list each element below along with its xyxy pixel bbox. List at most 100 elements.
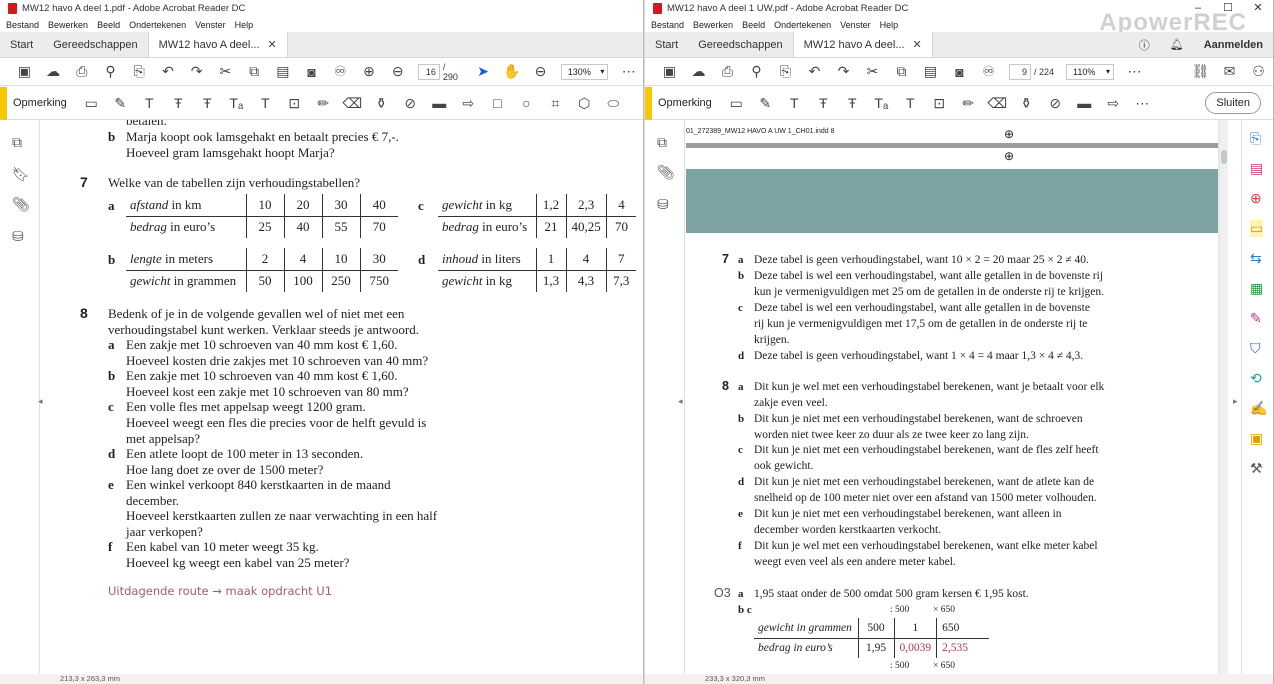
close-window-icon[interactable]: ✕ bbox=[1243, 0, 1273, 17]
oval-icon[interactable]: ○ bbox=[512, 95, 541, 111]
pencil-icon[interactable]: ✏ bbox=[309, 95, 338, 112]
menu-help[interactable]: Help bbox=[880, 20, 899, 30]
print-icon[interactable]: ⎙ bbox=[713, 63, 742, 80]
menu-venster[interactable]: Venster bbox=[195, 20, 226, 30]
highlighter-icon[interactable]: ✎ bbox=[106, 95, 135, 112]
strikethrough-icon[interactable]: Ŧ bbox=[164, 95, 193, 111]
zoom-select[interactable]: 130% bbox=[560, 63, 609, 80]
scan-ocr-icon[interactable]: ⟲ bbox=[1250, 370, 1262, 387]
layers-icon[interactable]: ⛁ bbox=[657, 196, 669, 213]
save-icon[interactable]: ▣ bbox=[10, 63, 39, 80]
right-collapse-arrow-icon[interactable]: ◂ bbox=[678, 396, 683, 407]
search-icon[interactable]: ⚲ bbox=[96, 63, 125, 80]
undo-icon[interactable]: ↶ bbox=[800, 63, 829, 80]
replace-text-icon[interactable]: Ŧ bbox=[838, 95, 867, 111]
stamp-doc-icon[interactable]: ⎘ bbox=[125, 63, 154, 80]
eraser-icon[interactable]: ⌫ bbox=[983, 95, 1012, 112]
more-tools-icon[interactable]: ⋯ bbox=[1128, 95, 1157, 112]
cut-icon[interactable]: ✂ bbox=[211, 63, 240, 80]
stamp-icon[interactable]: ⚱ bbox=[367, 95, 396, 112]
share-link-icon[interactable]: ⛓ bbox=[1186, 63, 1215, 80]
undo-icon[interactable]: ↶ bbox=[154, 63, 183, 80]
cloud-icon[interactable]: ⬭ bbox=[599, 95, 628, 112]
zoom-select[interactable]: 110% bbox=[1066, 63, 1115, 80]
menu-help[interactable]: Help bbox=[235, 20, 254, 30]
menu-bewerken[interactable]: Bewerken bbox=[48, 20, 88, 30]
binoculars-icon[interactable]: ♾ bbox=[326, 63, 355, 80]
text-underline-icon[interactable]: T bbox=[780, 95, 809, 111]
polygon-icon[interactable]: ⬡ bbox=[570, 95, 599, 112]
copy-icon[interactable]: ⧉ bbox=[240, 63, 269, 80]
attach-icon[interactable]: ⊘ bbox=[1041, 95, 1070, 112]
replace-text-icon[interactable]: Ŧ bbox=[193, 95, 222, 111]
bookmark-icon[interactable]: 🔖︎ bbox=[12, 166, 30, 183]
menu-bewerken[interactable]: Bewerken bbox=[693, 20, 733, 30]
page-number-input[interactable]: 9 bbox=[1009, 63, 1031, 80]
print-icon[interactable]: ⎙ bbox=[67, 63, 96, 80]
layers-icon[interactable]: ⛁ bbox=[12, 228, 24, 245]
highlighter-icon[interactable]: ✎ bbox=[751, 95, 780, 112]
cut-icon[interactable]: ✂ bbox=[858, 63, 887, 80]
help-icon[interactable]: ⓘ bbox=[1129, 32, 1160, 57]
left-collapse-arrow-icon[interactable]: ◂ bbox=[38, 396, 43, 407]
email-icon[interactable]: ✉ bbox=[1215, 63, 1244, 80]
upload-cloud-icon[interactable]: ☁ bbox=[39, 63, 68, 80]
pages-thumbnail-icon[interactable]: ⧉ bbox=[12, 134, 22, 151]
close-tab-icon[interactable]: ✕ bbox=[268, 38, 277, 51]
text-box-icon[interactable]: ⊡ bbox=[280, 95, 309, 112]
menu-bestand[interactable]: Bestand bbox=[651, 20, 684, 30]
snapshot-icon[interactable]: ◙ bbox=[945, 64, 974, 80]
strikethrough-icon[interactable]: Ŧ bbox=[809, 95, 838, 111]
select-pointer-icon[interactable]: ➤ bbox=[469, 63, 498, 80]
redo-icon[interactable]: ↷ bbox=[182, 63, 211, 80]
redo-icon[interactable]: ↷ bbox=[829, 63, 858, 80]
page-up-icon[interactable]: ⊕ bbox=[355, 63, 384, 80]
paste-icon[interactable]: ▤ bbox=[916, 63, 945, 80]
sticky-note-icon[interactable]: ▭ bbox=[77, 95, 106, 112]
sign-in-button[interactable]: Aanmelden bbox=[1194, 32, 1273, 57]
scrollbar-thumb[interactable] bbox=[1221, 150, 1227, 164]
certificates-icon[interactable]: ▣ bbox=[1250, 430, 1263, 447]
eraser-icon[interactable]: ⌫ bbox=[338, 95, 367, 112]
line-icon[interactable]: ▬ bbox=[425, 95, 454, 111]
binoculars-icon[interactable]: ♾ bbox=[974, 63, 1003, 80]
send-sign-icon[interactable]: ✍ bbox=[1250, 400, 1267, 417]
right-vertical-scrollbar[interactable] bbox=[1220, 120, 1228, 674]
edit-pdf-icon[interactable]: ▦ bbox=[1250, 280, 1263, 297]
stamp-icon[interactable]: ⚱ bbox=[1012, 95, 1041, 112]
menu-ondertekenen[interactable]: Ondertekenen bbox=[129, 20, 186, 30]
text-box-icon[interactable]: ⊡ bbox=[925, 95, 954, 112]
attachment-icon[interactable]: 📎︎ bbox=[12, 196, 30, 213]
attach-icon[interactable]: ⊘ bbox=[396, 95, 425, 112]
attachment-icon[interactable]: 📎︎ bbox=[657, 164, 675, 181]
line-icon[interactable]: ▬ bbox=[1070, 95, 1099, 111]
menu-ondertekenen[interactable]: Ondertekenen bbox=[774, 20, 831, 30]
upload-cloud-icon[interactable]: ☁ bbox=[684, 63, 713, 80]
tab-document[interactable]: MW12 havo A deel... ✕ bbox=[147, 32, 288, 57]
fill-sign-icon[interactable]: ✎ bbox=[1250, 310, 1262, 327]
save-icon[interactable]: ▣ bbox=[655, 63, 684, 80]
zoom-out-icon[interactable]: ⊖ bbox=[526, 63, 555, 80]
more-tools-icon[interactable]: ⚒ bbox=[1250, 460, 1263, 477]
arrow-icon[interactable]: ⇨ bbox=[1099, 95, 1128, 112]
create-pdf-icon[interactable]: ⊕ bbox=[1250, 190, 1262, 207]
pages-thumbnail-icon[interactable]: ⧉ bbox=[657, 134, 667, 151]
tab-document[interactable]: MW12 havo A deel... ✕ bbox=[792, 32, 933, 57]
more-options-icon[interactable]: ⋯ bbox=[614, 63, 643, 80]
close-tab-icon[interactable]: ✕ bbox=[913, 38, 922, 51]
organize-pages-icon[interactable]: ▤ bbox=[1250, 160, 1263, 177]
export-pdf-icon[interactable]: ⎘ bbox=[1250, 130, 1261, 147]
paste-icon[interactable]: ▤ bbox=[268, 63, 297, 80]
pencil-icon[interactable]: ✏ bbox=[954, 95, 983, 112]
add-text-icon[interactable]: T bbox=[251, 95, 280, 111]
add-user-icon[interactable]: ⚇ bbox=[1244, 63, 1273, 80]
search-icon[interactable]: ⚲ bbox=[742, 63, 771, 80]
insert-text-icon[interactable]: Tₐ bbox=[222, 95, 251, 111]
sticky-note-icon[interactable]: ▭ bbox=[722, 95, 751, 112]
snapshot-icon[interactable]: ◙ bbox=[297, 64, 326, 80]
menu-beeld[interactable]: Beeld bbox=[742, 20, 765, 30]
rectangle-icon[interactable]: □ bbox=[483, 95, 512, 111]
menu-bestand[interactable]: Bestand bbox=[6, 20, 39, 30]
menu-venster[interactable]: Venster bbox=[840, 20, 871, 30]
hand-tool-icon[interactable]: ✋ bbox=[497, 63, 526, 80]
